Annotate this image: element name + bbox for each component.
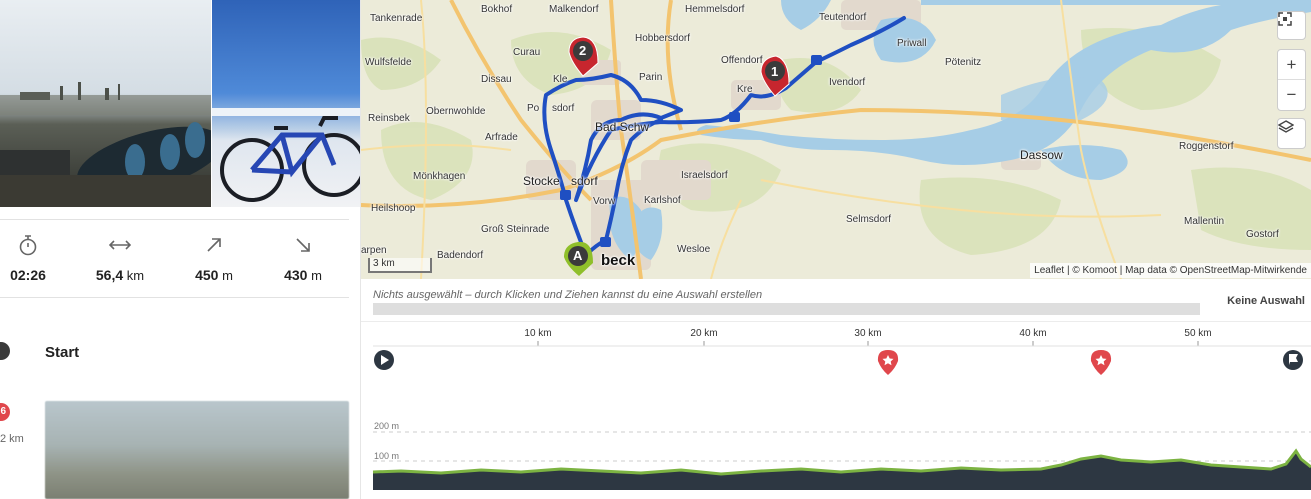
- map-label: Curau: [513, 47, 541, 58]
- map-label: Obernwohlde: [426, 106, 486, 117]
- highlight-photo[interactable]: [45, 401, 349, 499]
- map-label: Heilshoop: [371, 203, 416, 214]
- arrow-down-right-icon: [263, 232, 343, 258]
- stats-top-divider: [0, 219, 349, 220]
- waypoint-1-number: 1: [771, 64, 779, 79]
- start-timeline-dot: [0, 342, 10, 360]
- map-label: Hobbersdorf: [635, 33, 691, 44]
- tour-photo-bicycle[interactable]: [212, 0, 361, 207]
- map-label: Hemmelsdorf: [685, 4, 745, 15]
- map-label: Vorw: [593, 196, 616, 207]
- map-label: Badendorf: [437, 250, 484, 261]
- stat-distance: 56,4 km: [80, 232, 160, 283]
- distance-arrows-icon: [80, 232, 160, 258]
- fullscreen-icon: [1278, 12, 1292, 26]
- elevation-chart: [372, 341, 1311, 490]
- map-attribution[interactable]: Leaflet | © Komoot | Map data © OpenStre…: [1030, 263, 1311, 278]
- distance-unit: km: [123, 268, 145, 283]
- waypoint-2-number: 2: [579, 43, 587, 58]
- route-map[interactable]: Tankenrade Bokhof Malkendorf Hemmelsdorf…: [361, 0, 1311, 279]
- map-label: Parin: [639, 72, 663, 83]
- map-label: Bokhof: [481, 4, 513, 15]
- map-label: Roggenstorf: [1179, 141, 1234, 152]
- stat-uphill: 450 m: [174, 232, 254, 283]
- zoom-out-button[interactable]: −: [1278, 80, 1305, 110]
- fullscreen-button[interactable]: [1277, 11, 1306, 40]
- map-label: Mönkhagen: [413, 171, 466, 182]
- highlight-timeline-badge: 6: [0, 403, 10, 421]
- map-label: Wesloe: [677, 244, 711, 255]
- tour-photo-skyline[interactable]: [0, 0, 211, 207]
- map-label: Stocke: [523, 174, 560, 188]
- map-label: Karlshof: [644, 195, 681, 206]
- map-label: beck: [601, 252, 636, 269]
- start-label[interactable]: Start: [45, 344, 79, 361]
- uphill-value: 450: [195, 267, 219, 283]
- map-label: Tankenrade: [370, 13, 423, 24]
- map-label: Kle: [553, 74, 568, 85]
- map-label: Priwall: [897, 38, 927, 49]
- map-label: Bad Schw: [595, 120, 650, 134]
- map-label: Selmsdorf: [846, 214, 892, 225]
- map-label: Malkendorf: [549, 4, 599, 15]
- map-label: Pötenitz: [945, 57, 982, 68]
- star-icon[interactable]: [1090, 350, 1112, 375]
- stats-bottom-divider: [0, 297, 349, 298]
- map-label: Mallentin: [1184, 216, 1225, 227]
- map-label: Israelsdorf: [681, 170, 728, 181]
- map-label: Ivendorf: [829, 77, 866, 88]
- map-label: Wulfsfelde: [365, 57, 412, 68]
- downhill-value: 430: [284, 267, 308, 283]
- downhill-unit: m: [307, 268, 322, 283]
- stat-duration: 02:26: [0, 232, 68, 283]
- zoom-control: + −: [1277, 49, 1306, 111]
- map-label: Groß Steinrade: [481, 224, 550, 235]
- elevation-profile[interactable]: Nichts ausgewählt – durch Klicken und Zi…: [361, 279, 1311, 499]
- skyline-photo-art: [0, 82, 211, 207]
- bicycle-photo-art: [212, 108, 361, 202]
- map-label: Kre: [737, 84, 753, 95]
- duration-value: 02:26: [10, 267, 46, 283]
- map-label: Dassow: [1020, 148, 1063, 162]
- map-label: Gostorf: [1246, 229, 1279, 240]
- finish-flag-icon[interactable]: [1283, 350, 1303, 370]
- tour-page: 02:26 56,4 km 450 m 430 m Start 6 2 km T…: [0, 0, 1311, 499]
- map-label: sdorf: [571, 174, 598, 188]
- layers-button[interactable]: [1277, 118, 1306, 149]
- start-marker-letter: A: [573, 248, 583, 263]
- map-label: arpen: [361, 245, 387, 256]
- arrow-up-right-icon: [174, 232, 254, 258]
- layers-icon: [1278, 120, 1294, 133]
- map-label: Po: [527, 103, 540, 114]
- star-icon[interactable]: [877, 350, 899, 375]
- distance-value: 56,4: [95, 267, 124, 283]
- uphill-unit: m: [218, 268, 233, 283]
- map-label: Reinsbek: [368, 113, 410, 124]
- map-label: Teutendorf: [819, 12, 867, 23]
- tour-sidebar: 02:26 56,4 km 450 m 430 m Start 6 2 km: [0, 0, 361, 499]
- map-label: sdorf: [552, 103, 575, 114]
- map-scale: 3 km: [368, 258, 432, 273]
- map-label: Offendorf: [721, 55, 763, 66]
- stat-downhill: 430 m: [263, 232, 343, 283]
- map-label: Arfrade: [485, 132, 518, 143]
- map-label: Dissau: [481, 74, 512, 85]
- play-icon[interactable]: [374, 350, 394, 370]
- zoom-in-button[interactable]: +: [1278, 50, 1305, 80]
- highlight-distance: 2 km: [0, 433, 24, 445]
- stopwatch-icon: [0, 232, 68, 258]
